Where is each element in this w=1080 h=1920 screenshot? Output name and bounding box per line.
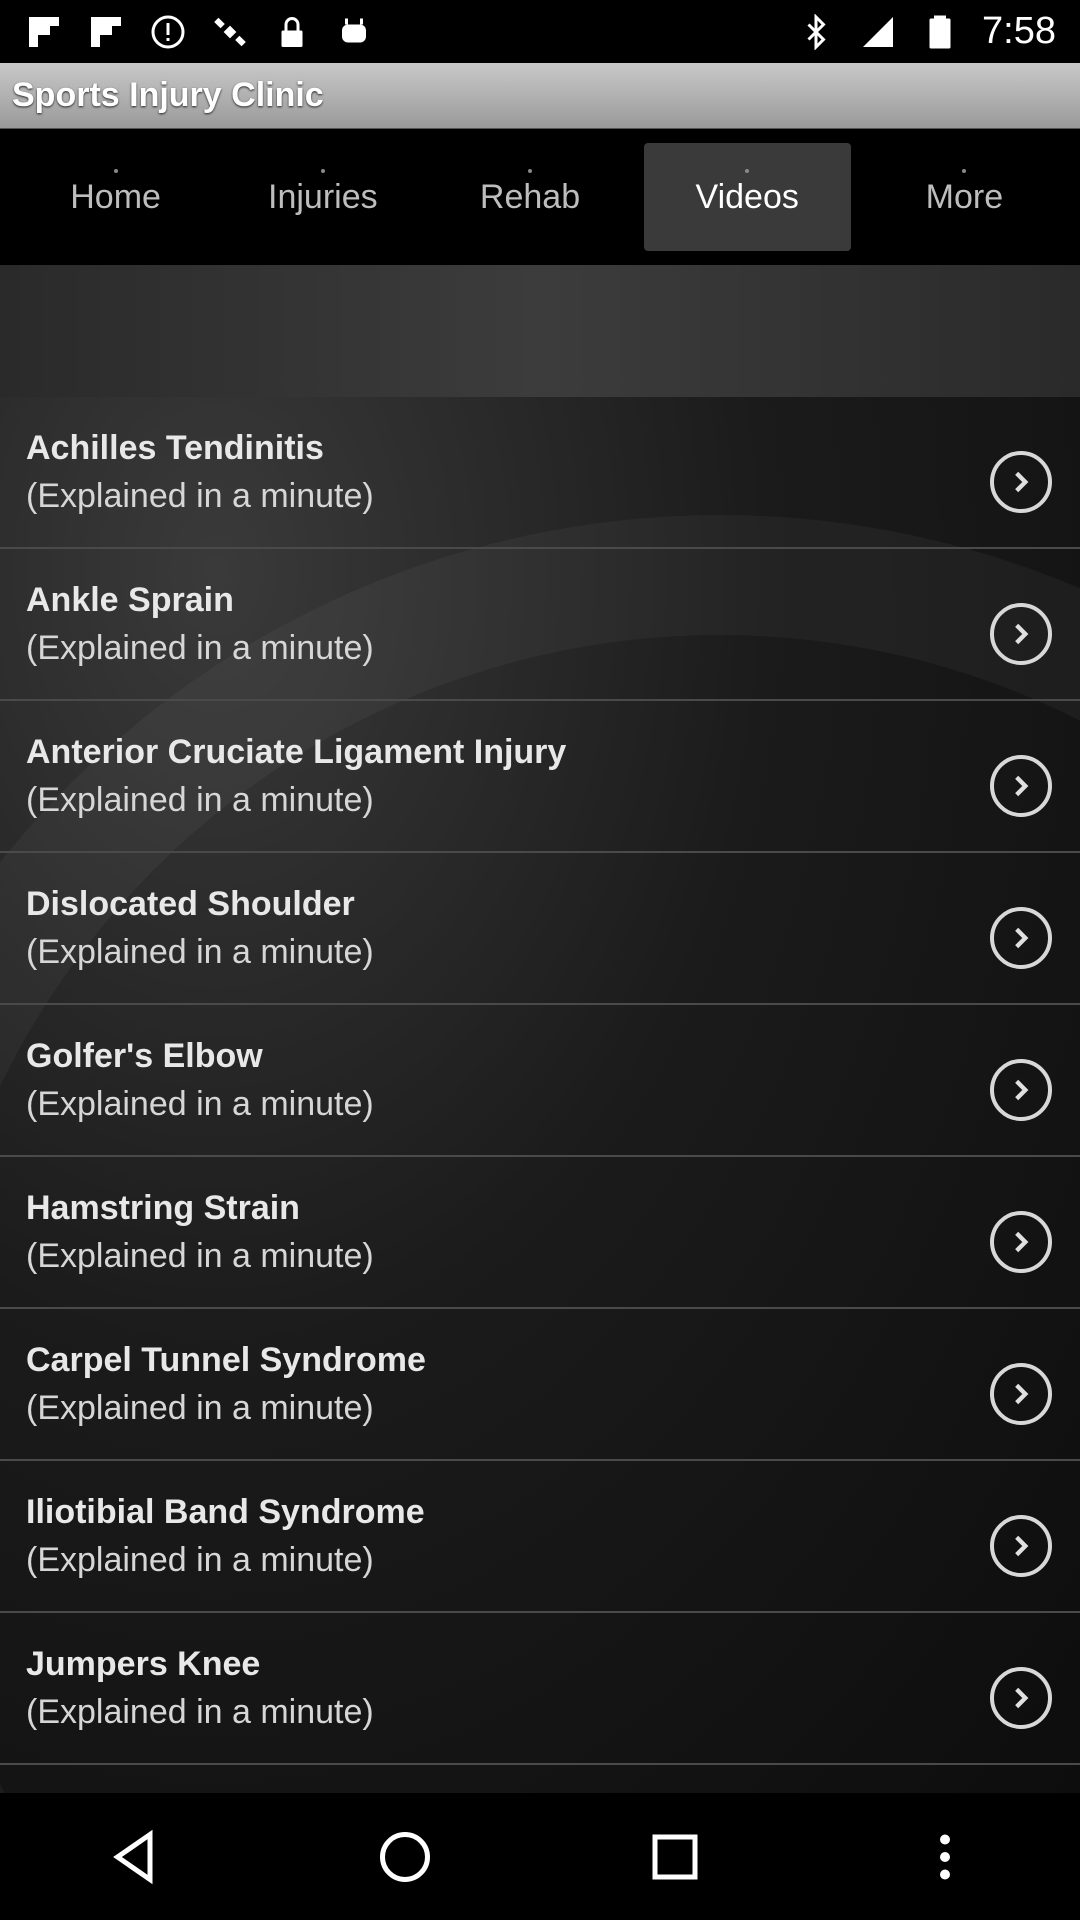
video-subtitle: (Explained in a minute)	[26, 1085, 374, 1123]
video-item-ankle-sprain[interactable]: Ankle Sprain (Explained in a minute)	[0, 549, 1080, 701]
video-item-golfers-elbow[interactable]: Golfer's Elbow (Explained in a minute)	[0, 1005, 1080, 1157]
video-subtitle: (Explained in a minute)	[26, 1237, 374, 1275]
video-subtitle: (Explained in a minute)	[26, 1693, 374, 1731]
back-triangle-icon	[113, 1829, 153, 1884]
video-subtitle: (Explained in a minute)	[26, 629, 374, 667]
video-title: Anterior Cruciate Ligament Injury	[26, 733, 567, 771]
video-subtitle: (Explained in a minute)	[26, 1389, 374, 1427]
app-title: Sports Injury Clinic	[12, 76, 324, 114]
battery-icon	[920, 12, 960, 52]
tab-bar: Home Injuries Rehab Videos More	[0, 129, 1080, 265]
tab-injuries[interactable]: Injuries	[219, 143, 426, 251]
video-item-carpel-tunnel[interactable]: Carpel Tunnel Syndrome (Explained in a m…	[0, 1309, 1080, 1461]
header-band	[0, 265, 1080, 397]
video-title: Achilles Tendinitis	[26, 429, 324, 467]
status-bar: 7:58	[0, 0, 1080, 63]
video-title: Iliotibial Band Syndrome	[26, 1493, 425, 1531]
video-list: Achilles Tendinitis (Explained in a minu…	[0, 397, 1080, 1765]
chevron-right-icon[interactable]	[990, 603, 1052, 665]
home-circle-icon	[380, 1831, 430, 1882]
tab-videos[interactable]: Videos	[643, 143, 851, 251]
status-time: 7:58	[982, 10, 1056, 52]
video-title: Jumpers Knee	[26, 1645, 261, 1683]
video-item-acl-injury[interactable]: Anterior Cruciate Ligament Injury (Expla…	[0, 701, 1080, 853]
system-nav-bar	[0, 1793, 1080, 1920]
flipboard-icon	[24, 12, 64, 52]
chevron-right-icon[interactable]	[990, 1667, 1052, 1729]
video-subtitle: (Explained in a minute)	[26, 477, 374, 515]
signal-icon	[858, 12, 898, 52]
chevron-right-icon[interactable]	[990, 451, 1052, 513]
chevron-right-icon[interactable]	[990, 1515, 1052, 1577]
recents-square-icon	[652, 1834, 698, 1879]
back-button[interactable]	[85, 1807, 185, 1907]
video-subtitle: (Explained in a minute)	[26, 1541, 374, 1579]
android-icon	[334, 12, 374, 52]
video-title: Golfer's Elbow	[26, 1037, 263, 1075]
chevron-right-icon[interactable]	[990, 907, 1052, 969]
video-item-iliotibial-band[interactable]: Iliotibial Band Syndrome (Explained in a…	[0, 1461, 1080, 1613]
video-item-hamstring-strain[interactable]: Hamstring Strain (Explained in a minute)	[0, 1157, 1080, 1309]
tab-more[interactable]: More	[861, 143, 1068, 251]
home-button[interactable]	[355, 1807, 455, 1907]
status-right-icons: 7:58	[796, 10, 1056, 53]
chevron-right-icon[interactable]	[990, 755, 1052, 817]
tab-home[interactable]: Home	[12, 143, 219, 251]
video-item-dislocated-shoulder[interactable]: Dislocated Shoulder (Explained in a minu…	[0, 853, 1080, 1005]
video-item-jumpers-knee[interactable]: Jumpers Knee (Explained in a minute)	[0, 1613, 1080, 1765]
recents-button[interactable]	[625, 1807, 725, 1907]
lock-icon	[272, 12, 312, 52]
video-subtitle: (Explained in a minute)	[26, 781, 374, 819]
tab-rehab[interactable]: Rehab	[426, 143, 633, 251]
more-vertical-icon	[940, 1834, 950, 1879]
video-title: Dislocated Shoulder	[26, 885, 355, 923]
alert-icon	[148, 12, 188, 52]
flipboard-icon	[86, 12, 126, 52]
video-title: Ankle Sprain	[26, 581, 234, 619]
video-item-achilles-tendinitis[interactable]: Achilles Tendinitis (Explained in a minu…	[0, 397, 1080, 549]
app-title-bar: Sports Injury Clinic	[0, 63, 1080, 129]
video-subtitle: (Explained in a minute)	[26, 933, 374, 971]
videos-content: Achilles Tendinitis (Explained in a minu…	[0, 265, 1080, 1793]
chevron-right-icon[interactable]	[990, 1363, 1052, 1425]
chevron-right-icon[interactable]	[990, 1059, 1052, 1121]
bluetooth-icon	[796, 12, 836, 52]
chevron-right-icon[interactable]	[990, 1211, 1052, 1273]
overflow-menu-button[interactable]	[895, 1807, 995, 1907]
satellite-icon	[210, 12, 250, 52]
video-title: Hamstring Strain	[26, 1189, 300, 1227]
status-left-icons	[24, 12, 374, 52]
video-title: Carpel Tunnel Syndrome	[26, 1341, 426, 1379]
